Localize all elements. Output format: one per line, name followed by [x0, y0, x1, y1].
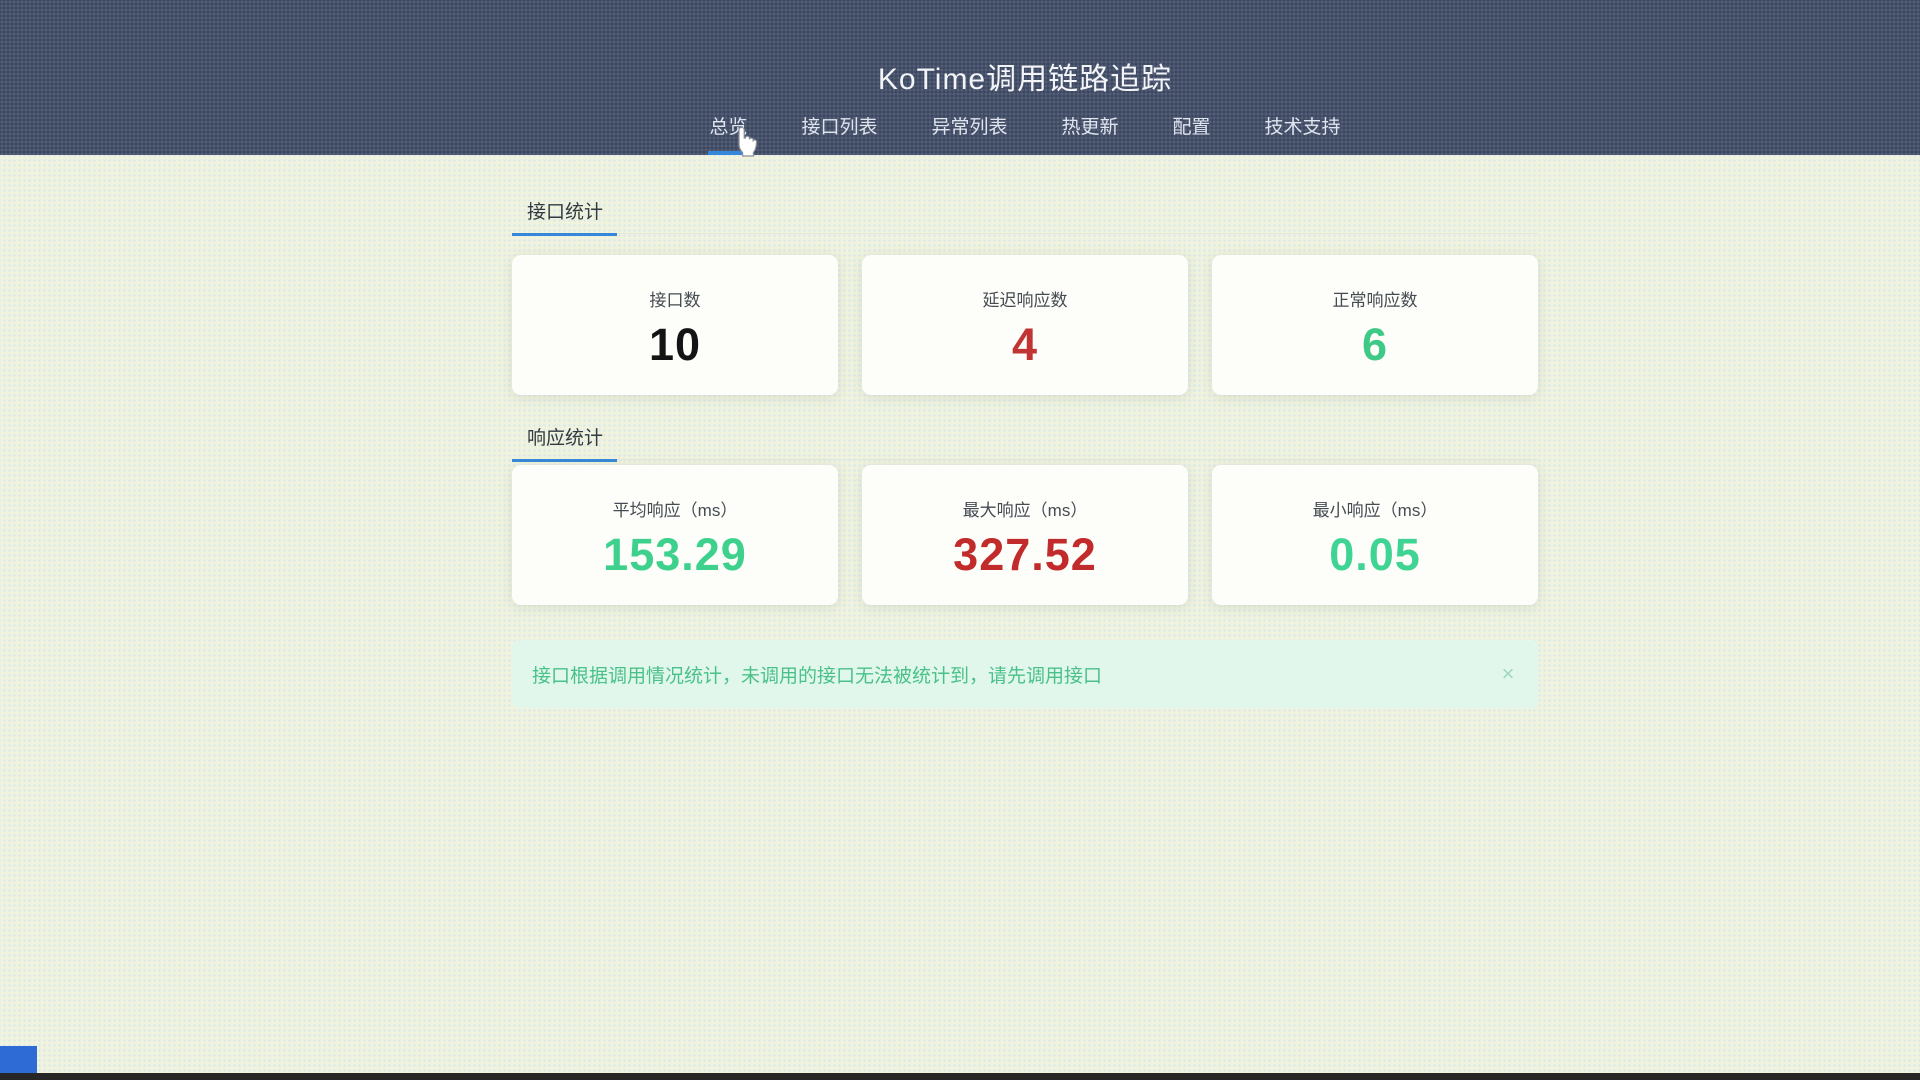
tab-tech-support[interactable]: 技术支持 — [1264, 112, 1342, 155]
section-title: 接口统计 — [512, 197, 617, 236]
stat-value: 0.05 — [1212, 532, 1538, 577]
response-stats-cards: 平均响应（ms） 153.29 最大响应（ms） 327.52 最小响应（ms）… — [512, 465, 1538, 605]
tab-exception-list[interactable]: 异常列表 — [930, 112, 1008, 155]
stat-card-max-response: 最大响应（ms） 327.52 — [862, 465, 1188, 605]
stat-card-interface-count: 接口数 10 — [512, 255, 838, 395]
alert-message: 接口根据调用情况统计，未调用的接口无法被统计到，请先调用接口 — [512, 661, 1478, 688]
stat-label: 最大响应（ms） — [862, 496, 1188, 521]
close-icon[interactable]: × — [1478, 661, 1538, 687]
app-header: KoTime调用链路追踪 总览 接口列表 异常列表 热更新 配置 技术支持 — [0, 0, 1920, 155]
stat-value: 4 — [862, 322, 1188, 367]
section-header-response-stats: 响应统计 — [512, 422, 1538, 460]
stat-label: 正常响应数 — [1212, 286, 1538, 311]
stat-value: 10 — [512, 322, 838, 367]
tab-interface-list[interactable]: 接口列表 — [800, 112, 878, 155]
stat-card-min-response: 最小响应（ms） 0.05 — [1212, 465, 1538, 605]
page-title: KoTime调用链路追踪 — [512, 54, 1538, 98]
tab-overview[interactable]: 总览 — [708, 112, 748, 155]
stat-value: 6 — [1212, 322, 1538, 367]
header-wrap: KoTime调用链路追踪 总览 接口列表 异常列表 热更新 配置 技术支持 — [512, 0, 1538, 155]
stat-label: 延迟响应数 — [862, 286, 1188, 311]
info-alert: 接口根据调用情况统计，未调用的接口无法被统计到，请先调用接口 × — [512, 640, 1538, 708]
stat-label: 接口数 — [512, 286, 838, 311]
bottom-bar — [0, 1073, 1920, 1080]
stat-label: 最小响应（ms） — [1212, 496, 1538, 521]
stat-value: 327.52 — [862, 532, 1188, 577]
stat-label: 平均响应（ms） — [512, 496, 838, 521]
stat-value: 153.29 — [512, 532, 838, 577]
stat-card-delayed-responses: 延迟响应数 4 — [862, 255, 1188, 395]
stat-card-normal-responses: 正常响应数 6 — [1212, 255, 1538, 395]
section-header-interface-stats: 接口统计 — [512, 196, 1538, 234]
taskbar-fragment — [0, 1046, 37, 1074]
tab-config[interactable]: 配置 — [1172, 112, 1212, 155]
stat-card-avg-response: 平均响应（ms） 153.29 — [512, 465, 838, 605]
main-nav: 总览 接口列表 异常列表 热更新 配置 技术支持 — [512, 112, 1538, 155]
tab-hot-update[interactable]: 热更新 — [1061, 112, 1120, 155]
section-title: 响应统计 — [512, 423, 617, 462]
interface-stats-cards: 接口数 10 延迟响应数 4 正常响应数 6 — [512, 255, 1538, 395]
